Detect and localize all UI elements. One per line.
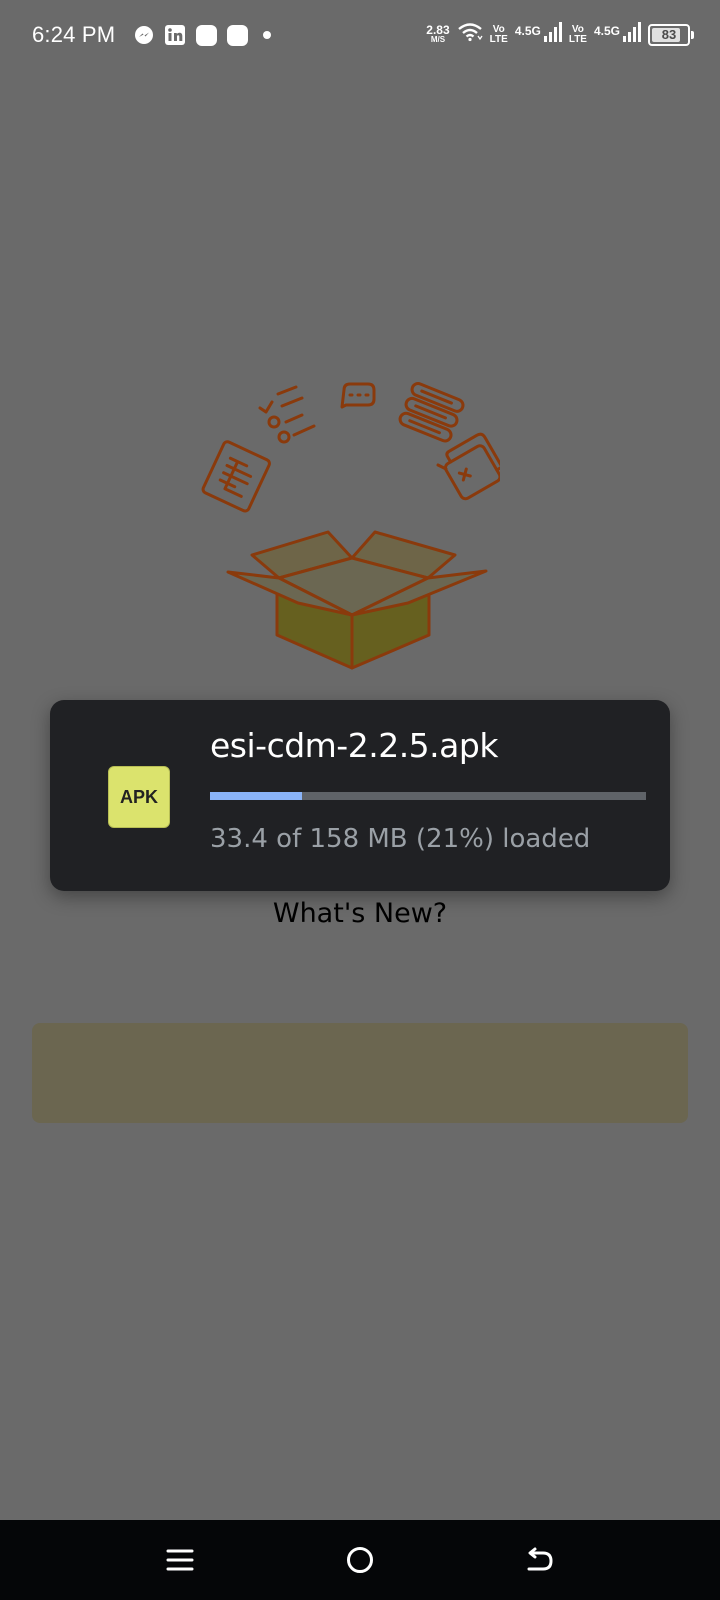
sim1-signal-icon	[543, 22, 562, 47]
recent-apps-button[interactable]	[160, 1540, 200, 1580]
wifi-icon	[457, 22, 483, 47]
sim1-volte: Vo LTE	[489, 23, 508, 45]
linkedin-icon	[164, 24, 186, 46]
checklist-illustration-icon	[258, 385, 316, 444]
document-illustration-icon	[201, 440, 271, 513]
download-progress-card[interactable]: APK esi-cdm-2.2.5.apk 33.4 of 158 MB (21…	[50, 700, 670, 891]
download-progress-bar	[210, 792, 646, 800]
messenger-icon	[133, 24, 155, 46]
status-time: 6:24 PM	[32, 22, 116, 47]
network-speed: 2.83 M/S	[426, 22, 450, 45]
download-progress-fill	[210, 792, 302, 800]
sim1-volte-bottom: LTE	[489, 33, 508, 45]
unboxing-illustration	[200, 375, 504, 685]
back-button[interactable]	[520, 1540, 560, 1580]
download-progress-text: 33.4 of 158 MB (21%) loaded	[210, 824, 591, 854]
battery-level: 83	[661, 27, 677, 42]
sim1-volte-top: Vo	[492, 23, 505, 35]
more-notifications-dot-icon	[263, 31, 271, 39]
books-illustration-icon	[398, 382, 465, 443]
apk-file-icon: APK	[108, 766, 170, 828]
download-file-name: esi-cdm-2.2.5.apk	[210, 726, 498, 765]
battery-icon: 83	[648, 23, 694, 46]
sim2-volte: Vo LTE	[568, 23, 587, 45]
open-box-illustration-icon	[226, 530, 488, 670]
app-icon	[226, 24, 248, 46]
sim1-network-type: 4.5G	[514, 23, 541, 38]
notification-icons	[133, 24, 271, 46]
system-navigation-bar	[0, 1520, 720, 1600]
back-icon	[527, 1547, 553, 1571]
home-button[interactable]	[340, 1540, 380, 1580]
network-speed-value: 2.83	[426, 22, 450, 37]
home-icon	[347, 1547, 373, 1573]
menu-icon	[166, 1549, 194, 1571]
status-bar: 6:24 PM 2.83 M/S Vo LTE 4.5G Vo LTE 4.5G…	[0, 0, 720, 72]
sim2-volte-bottom: LTE	[568, 33, 587, 45]
sim2-network-type: 4.5G	[593, 23, 620, 38]
whats-new-link[interactable]: What's New?	[0, 898, 720, 929]
cards-illustration-icon	[444, 432, 504, 501]
chat-bubble-illustration-icon	[340, 382, 376, 409]
sim2-volte-top: Vo	[571, 23, 584, 35]
network-speed-unit: M/S	[430, 34, 446, 44]
app-icon	[195, 24, 217, 46]
primary-action-button[interactable]	[32, 1023, 688, 1123]
system-icons: 2.83 M/S Vo LTE 4.5G Vo LTE 4.5G 83	[426, 22, 694, 47]
sim2-signal-icon	[623, 22, 641, 47]
